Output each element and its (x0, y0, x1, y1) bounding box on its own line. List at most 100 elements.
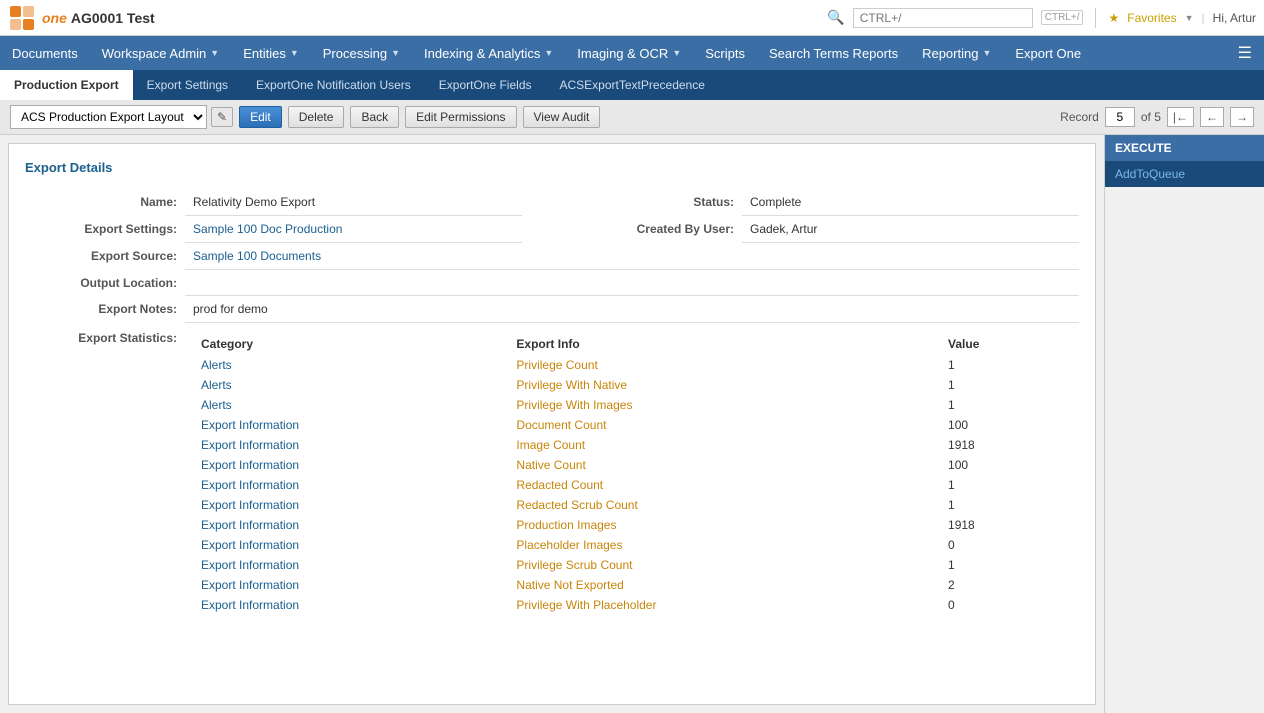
stats-value: 1 (940, 355, 1071, 375)
logo-icon (8, 4, 36, 32)
stats-category[interactable]: Export Information (193, 555, 508, 575)
chevron-down-icon: ▼ (982, 48, 991, 58)
stats-category[interactable]: Export Information (193, 535, 508, 555)
export-settings-link[interactable]: Sample 100 Doc Production (193, 222, 342, 236)
sub-nav: Production Export Export Settings Export… (0, 70, 1264, 100)
stats-category[interactable]: Export Information (193, 435, 508, 455)
stats-data-row: Export InformationNative Not Exported2 (193, 575, 1071, 595)
add-to-queue-item[interactable]: AddToQueue (1105, 161, 1264, 187)
stats-category[interactable]: Alerts (193, 395, 508, 415)
view-audit-button[interactable]: View Audit (523, 106, 601, 128)
workspace-name: AG0001 Test (71, 10, 155, 26)
stats-value: 100 (940, 455, 1071, 475)
output-location-value (185, 270, 1079, 296)
stats-value: 2 (940, 575, 1071, 595)
name-label: Name: (25, 189, 185, 216)
nav-item-export-one[interactable]: Export One (1003, 36, 1093, 70)
stats-value: 1 (940, 475, 1071, 495)
stats-data-row: AlertsPrivilege Count1 (193, 355, 1071, 375)
edit-layout-button[interactable]: ✎ (211, 107, 233, 127)
hamburger-menu[interactable]: ☰ (1226, 36, 1264, 70)
chevron-down-icon: ▼ (290, 48, 299, 58)
stats-value: 1 (940, 375, 1071, 395)
name-value: Relativity Demo Export (185, 189, 522, 216)
divider (1095, 8, 1096, 28)
nav-item-indexing-analytics[interactable]: Indexing & Analytics ▼ (412, 36, 565, 70)
stats-data-row: Export InformationRedacted Count1 (193, 475, 1071, 495)
favorites-link[interactable]: Favorites (1127, 11, 1176, 25)
nav-item-workspace-admin[interactable]: Workspace Admin ▼ (90, 36, 231, 70)
stats-category[interactable]: Export Information (193, 575, 508, 595)
toolbar-right: Record of 5 |← ← → (1060, 107, 1254, 127)
subnav-exportone-fields[interactable]: ExportOne Fields (425, 70, 546, 100)
table-row: Export Notes: prod for demo (25, 296, 1079, 323)
stats-data-row: AlertsPrivilege With Native1 (193, 375, 1071, 395)
record-prev-button[interactable]: ← (1200, 107, 1224, 127)
stats-value: 1 (940, 495, 1071, 515)
content-panel: Export Details Name: Relativity Demo Exp… (8, 143, 1096, 705)
stats-table: Category Export Info Value AlertsPrivile… (193, 333, 1071, 615)
stats-data-row: Export InformationDocument Count100 (193, 415, 1071, 435)
nav-item-processing[interactable]: Processing ▼ (311, 36, 412, 70)
layout-select[interactable]: ACS Production Export Layout (10, 105, 207, 129)
stats-data-row: Export InformationImage Count1918 (193, 435, 1071, 455)
output-location-label: Output Location: (25, 270, 185, 296)
col-category: Category (193, 333, 508, 355)
chevron-down-icon: ▼ (672, 48, 681, 58)
stats-value: 100 (940, 415, 1071, 435)
top-bar-right: 🔍 CTRL+/ ★ Favorites ▼ | Hi, Artur (827, 8, 1256, 28)
stats-category[interactable]: Alerts (193, 355, 508, 375)
stats-category[interactable]: Export Information (193, 455, 508, 475)
nav-item-reporting[interactable]: Reporting ▼ (910, 36, 1003, 70)
record-input[interactable] (1105, 107, 1135, 127)
nav-item-imaging-ocr[interactable]: Imaging & OCR ▼ (565, 36, 693, 70)
stats-category[interactable]: Export Information (193, 595, 508, 615)
export-notes-value: prod for demo (185, 296, 1079, 323)
stats-value: 1918 (940, 515, 1071, 535)
stats-category[interactable]: Export Information (193, 475, 508, 495)
chevron-down-icon: ▼ (544, 48, 553, 58)
delete-button[interactable]: Delete (288, 106, 345, 128)
nav-item-scripts[interactable]: Scripts (693, 36, 757, 70)
edit-button[interactable]: Edit (239, 106, 282, 128)
subnav-notification-users[interactable]: ExportOne Notification Users (242, 70, 425, 100)
stats-category[interactable]: Export Information (193, 515, 508, 535)
nav-item-documents[interactable]: Documents (0, 36, 90, 70)
section-title: Export Details (25, 160, 1079, 175)
table-row: Export Settings: Sample 100 Doc Producti… (25, 216, 1079, 243)
stats-value: 1 (940, 555, 1071, 575)
stats-category[interactable]: Alerts (193, 375, 508, 395)
stats-category[interactable]: Export Information (193, 495, 508, 515)
stats-data-row: Export InformationPlaceholder Images0 (193, 535, 1071, 555)
record-label: Record (1060, 110, 1099, 124)
stats-export-info: Privilege Scrub Count (508, 555, 940, 575)
stats-export-info: Document Count (508, 415, 940, 435)
main-content: Export Details Name: Relativity Demo Exp… (0, 135, 1264, 713)
search-input[interactable] (853, 8, 1033, 28)
fields-table: Name: Relativity Demo Export Status: Com… (25, 189, 1079, 621)
back-button[interactable]: Back (350, 106, 399, 128)
nav-item-search-terms-reports[interactable]: Search Terms Reports (757, 36, 910, 70)
status-label: Status: (582, 189, 742, 216)
export-source-link[interactable]: Sample 100 Documents (193, 249, 321, 263)
right-panel: EXECUTE AddToQueue (1104, 135, 1264, 713)
stats-value: 1 (940, 395, 1071, 415)
separator: | (1202, 11, 1205, 25)
subnav-production-export[interactable]: Production Export (0, 70, 133, 100)
stats-category[interactable]: Export Information (193, 415, 508, 435)
stats-export-info: Image Count (508, 435, 940, 455)
record-first-button[interactable]: |← (1167, 107, 1194, 127)
col-value: Value (940, 333, 1071, 355)
stats-export-info: Privilege With Native (508, 375, 940, 395)
app-logo-text: one (42, 10, 67, 26)
stats-export-info: Redacted Count (508, 475, 940, 495)
nav-item-entities[interactable]: Entities ▼ (231, 36, 311, 70)
stats-data-row: Export InformationPrivilege Scrub Count1 (193, 555, 1071, 575)
edit-permissions-button[interactable]: Edit Permissions (405, 106, 516, 128)
subnav-export-settings[interactable]: Export Settings (133, 70, 242, 100)
record-next-button[interactable]: → (1230, 107, 1254, 127)
subnav-acs-export-text[interactable]: ACSExportTextPrecedence (546, 70, 719, 100)
stats-export-info: Native Not Exported (508, 575, 940, 595)
toolbar: ACS Production Export Layout ✎ Edit Dele… (0, 100, 1264, 135)
hi-user-label: Hi, Artur (1213, 11, 1256, 25)
